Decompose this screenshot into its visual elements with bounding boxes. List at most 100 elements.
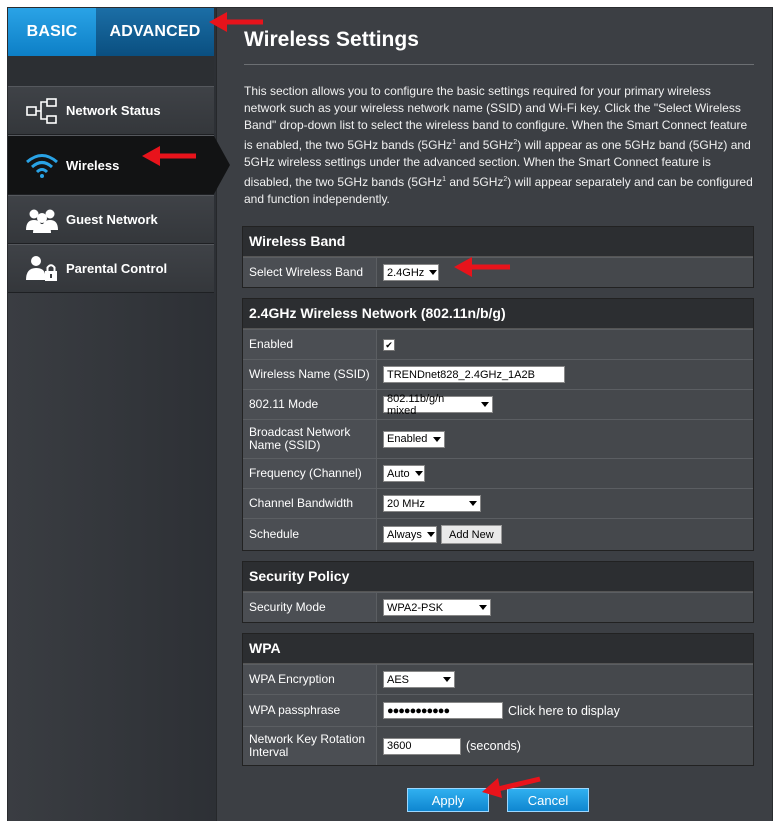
- field-label: Wireless Name (SSID): [243, 360, 377, 389]
- field-label: Security Mode: [243, 593, 377, 622]
- chevron-down-icon: [481, 402, 489, 407]
- field-label: Select Wireless Band: [243, 258, 377, 287]
- wireless-network-section: 2.4GHz Wireless Network (802.11n/b/g) En…: [242, 298, 754, 551]
- field-label: Channel Bandwidth: [243, 489, 377, 518]
- sidebar-item-label: Guest Network: [66, 212, 158, 227]
- active-indicator: [214, 136, 230, 194]
- select-value: 2.4GHz: [387, 266, 425, 279]
- wifi-icon: [22, 149, 62, 181]
- mode-select[interactable]: 802.11b/g/n mixed: [383, 393, 493, 417]
- field-value: 20 MHz: [377, 489, 753, 518]
- sidebar-item-label: Wireless: [66, 157, 120, 173]
- apply-button[interactable]: Apply: [407, 788, 489, 812]
- sidebar-item-guest-network[interactable]: Guest Network: [8, 195, 214, 244]
- security-mode-select[interactable]: WPA2-PSK: [383, 599, 491, 616]
- form-row: Channel Bandwidth 20 MHz: [243, 488, 753, 518]
- section-header: Security Policy: [243, 562, 753, 592]
- form-row: Enabled ✔: [243, 329, 753, 359]
- add-new-button[interactable]: Add New: [441, 525, 502, 544]
- chevron-down-icon: [426, 532, 435, 537]
- network-status-icon: [22, 95, 62, 127]
- form-row: Frequency (Channel) Auto: [243, 458, 753, 488]
- select-value: WPA2-PSK: [387, 601, 444, 614]
- channel-select[interactable]: Auto: [383, 465, 425, 482]
- form-row: Wireless Name (SSID) TRENDnet828_2.4GHz_…: [243, 359, 753, 389]
- ssid-input[interactable]: TRENDnet828_2.4GHz_1A2B: [383, 366, 565, 383]
- field-label: WPA Encryption: [243, 665, 377, 694]
- select-value: 802.11b/g/n mixed: [387, 392, 445, 417]
- field-value: TRENDnet828_2.4GHz_1A2B: [377, 360, 753, 389]
- field-value: ✔: [377, 330, 753, 359]
- field-value: 802.11b/g/n mixed: [377, 390, 753, 419]
- chevron-down-icon: [429, 270, 438, 275]
- annotation-arrow-icon: [454, 257, 510, 277]
- select-value: Always: [387, 528, 422, 541]
- form-row: WPA Encryption AES: [243, 664, 753, 694]
- key-rotation-input[interactable]: 3600: [383, 737, 461, 755]
- sidebar-nav: Network Status Wireless Guest Network Pa…: [8, 86, 230, 293]
- select-value: Enabled: [387, 433, 428, 445]
- select-value: Auto: [387, 467, 410, 480]
- section-header: Wireless Band: [243, 227, 753, 257]
- annotation-arrow-icon: [482, 776, 541, 798]
- field-label: Enabled: [243, 330, 377, 359]
- field-label: WPA passphrase: [243, 695, 377, 726]
- sidebar: BASIC ADVANCED Network Status Wireless G…: [8, 8, 230, 821]
- security-policy-section: Security Policy Security Mode WPA2-PSK: [242, 561, 754, 623]
- section-header: WPA: [243, 634, 753, 664]
- intro-part: and 5GHz: [446, 175, 504, 189]
- form-row: Network Key Rotation Interval 3600 (secon…: [243, 726, 753, 765]
- form-row: WPA passphrase ●●●●●●●●●●● Click here to …: [243, 694, 753, 726]
- chevron-down-icon: [479, 605, 487, 610]
- main-content: Wireless Settings This section allows yo…: [242, 8, 754, 812]
- sidebar-item-parental-control[interactable]: Parental Control: [8, 244, 214, 293]
- parental-control-icon: [22, 253, 62, 285]
- field-label: 802.11 Mode: [243, 390, 377, 419]
- bandwidth-select[interactable]: 20 MHz: [383, 495, 481, 512]
- sidebar-item-label: Parental Control: [66, 261, 168, 276]
- annotation-arrow-icon: [142, 146, 196, 166]
- chevron-down-icon: [469, 501, 477, 506]
- wpa-encryption-select[interactable]: AES: [383, 671, 455, 688]
- schedule-select[interactable]: Always: [383, 526, 437, 543]
- annotation-arrow-icon: [209, 12, 263, 32]
- field-label: Frequency (Channel): [243, 459, 377, 488]
- field-value: Auto: [377, 459, 753, 488]
- field-value: Enabled: [377, 420, 753, 458]
- select-value: AES: [387, 673, 410, 686]
- rotation-unit: (seconds): [466, 739, 521, 753]
- show-passphrase-link[interactable]: Click here to display: [508, 704, 620, 718]
- field-label: Broadcast Network Name (SSID): [243, 420, 377, 458]
- field-value: 3600 (seconds): [377, 727, 753, 765]
- field-value: 2.4GHz: [377, 258, 753, 287]
- wireless-band-select[interactable]: 2.4GHz: [383, 264, 439, 281]
- sidebar-item-label: Network Status: [66, 103, 161, 118]
- field-value: WPA2-PSK: [377, 593, 753, 622]
- wpa-passphrase-input[interactable]: ●●●●●●●●●●●: [383, 702, 503, 719]
- tabs-spacer: [8, 56, 214, 87]
- router-admin-window: BASIC ADVANCED Network Status Wireless G…: [7, 7, 773, 821]
- form-row: 802.11 Mode 802.11b/g/n mixed: [243, 389, 753, 419]
- chevron-down-icon: [414, 471, 423, 476]
- field-label: Schedule: [243, 519, 377, 550]
- broadcast-select[interactable]: Enabled: [383, 430, 445, 448]
- form-row: Broadcast Network Name (SSID) Enabled: [243, 419, 753, 458]
- page-title: Wireless Settings: [244, 28, 754, 65]
- mode-tabs: BASIC ADVANCED: [8, 8, 214, 66]
- tab-basic[interactable]: BASIC: [8, 8, 96, 66]
- wpa-section: WPA WPA Encryption AES WPA passphrase ●●…: [242, 633, 754, 766]
- field-value: AES: [377, 665, 753, 694]
- intro-part: and 5GHz: [456, 138, 514, 152]
- form-row: Security Mode WPA2-PSK: [243, 592, 753, 622]
- enabled-checkbox[interactable]: ✔: [383, 338, 395, 351]
- form-row: Schedule Always Add New: [243, 518, 753, 550]
- tab-advanced[interactable]: ADVANCED: [96, 8, 214, 56]
- chevron-down-icon: [443, 677, 451, 682]
- guest-network-icon: [22, 204, 62, 236]
- field-value: Always Add New: [377, 519, 753, 550]
- field-label: Network Key Rotation Interval: [243, 727, 377, 765]
- sidebar-item-network-status[interactable]: Network Status: [8, 86, 214, 135]
- chevron-down-icon: [433, 436, 441, 442]
- field-value: ●●●●●●●●●●● Click here to display: [377, 695, 753, 726]
- select-value: 20 MHz: [387, 497, 425, 510]
